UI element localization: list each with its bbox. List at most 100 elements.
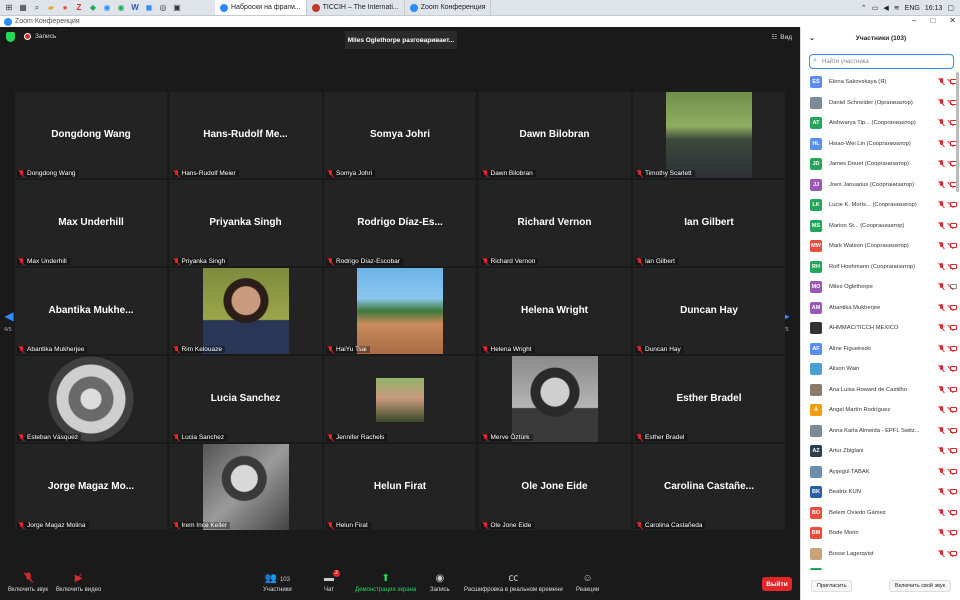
chevron-down-icon[interactable]: ⌄ <box>809 34 815 42</box>
telegram-icon[interactable]: ◉ <box>102 3 112 13</box>
video-tile[interactable]: Irem Ince Keller <box>169 444 322 530</box>
participant-row[interactable]: BK Beatriz KÜN <box>801 482 960 503</box>
start-video-button[interactable]: ▶̸ Включить видео <box>56 573 101 593</box>
taskbar-tab-zoom[interactable]: Zoom Конференция <box>405 0 492 15</box>
video-tile[interactable]: Priyanka Singh Priyanka Singh <box>169 180 322 266</box>
video-tile[interactable]: Esteban Vásquez <box>15 356 167 442</box>
participant-row[interactable]: ES Elena Sakovskaya (Я) <box>801 72 960 93</box>
language-indicator[interactable]: ENG <box>905 5 920 12</box>
participant-row[interactable]: LK Lucie K. Morís... (Соорганизатор) <box>801 195 960 216</box>
reactions-label: Реакции <box>576 587 600 593</box>
calculator-icon[interactable]: ▦ <box>18 3 28 13</box>
app-circle-icon[interactable]: ◎ <box>158 3 168 13</box>
participant-row[interactable]: BO Belem Oviedo Gámez <box>801 503 960 524</box>
video-tile[interactable]: Esther Bradel Esther Bradel <box>633 356 785 442</box>
network-icon[interactable]: ▭ <box>872 4 879 12</box>
participant-row[interactable]: Anna Karla Almeida - EPFL Switz... <box>801 421 960 442</box>
start-icon[interactable]: ⊞ <box>4 3 14 13</box>
video-tile[interactable]: Dawn Bilobran Dawn Bilobran <box>478 92 631 178</box>
taskbar-tab-sketches[interactable]: Наброски на фрагм... <box>215 0 307 15</box>
video-tile[interactable]: Dongdong Wang Dongdong Wang <box>15 92 167 178</box>
participant-row[interactable]: Daniel Schneider (Организатор) <box>801 93 960 114</box>
video-tile[interactable]: Rim Kelouaze <box>169 268 322 354</box>
tile-name-label: Richard Vernon <box>480 258 539 265</box>
live-transcript-button[interactable]: ㏄ Расшифровка в реальном времени <box>464 573 563 593</box>
video-tile[interactable]: Somya Johri Somya Johri <box>324 92 476 178</box>
video-tile[interactable]: HaiYu Tsai <box>324 268 476 354</box>
participant-row[interactable]: Ana Luisa Howard de Castilho <box>801 380 960 401</box>
participant-list-scrollbar[interactable] <box>956 72 959 192</box>
folder-icon[interactable]: ▰ <box>46 3 56 13</box>
microphone-muted-icon <box>327 434 334 441</box>
participant-search-input[interactable]: ⌕ Найти участника <box>809 54 954 69</box>
video-tile[interactable]: Ian Gilbert Ian Gilbert <box>633 180 785 266</box>
video-tile[interactable]: Duncan Hay Duncan Hay <box>633 268 785 354</box>
unmute-button[interactable]: Включить звук <box>8 572 48 593</box>
video-tile[interactable]: Carolina Castañe... Carolina Castañeda <box>633 444 785 530</box>
participant-row[interactable]: AM Abantika Mukherjee <box>801 298 960 319</box>
video-tile[interactable]: Richard Vernon Richard Vernon <box>478 180 631 266</box>
chrome-icon[interactable]: ● <box>60 3 70 13</box>
participant-row[interactable]: MW Mark Watson (Соорганизатор) <box>801 236 960 257</box>
participant-row[interactable]: MO Miles Oglethorpe <box>801 277 960 298</box>
participant-row[interactable]: MS Marion St... (Соорганизатор) <box>801 216 960 237</box>
volume-icon[interactable]: ◀ <box>883 4 888 12</box>
clock[interactable]: 16:13 <box>925 5 943 12</box>
app-z-icon[interactable]: Z <box>74 3 84 13</box>
participant-row[interactable]: AT Aishwarya Tip... (Соорганизатор) <box>801 113 960 134</box>
prev-page-arrow-icon[interactable]: ◀ <box>3 305 15 327</box>
close-icon[interactable]: ✕ <box>949 16 956 25</box>
participant-row[interactable]: Ayşegül TABAK <box>801 462 960 483</box>
video-tile[interactable]: Merve Öztürk <box>478 356 631 442</box>
participant-row[interactable]: BM Bode Morin <box>801 523 960 544</box>
participant-row[interactable]: AZ Artur Zbiglani <box>801 441 960 462</box>
video-tile[interactable]: Rodrigo Díaz-Es... Rodrigo Díaz-Escobar <box>324 180 476 266</box>
participant-row[interactable]: Bosse Lagerqvist <box>801 544 960 565</box>
participant-name: Ángel Martín Rodríguez <box>829 407 891 414</box>
video-tile[interactable]: Lucia Sanchez Lucia Sanchez <box>169 356 322 442</box>
video-tile[interactable]: Jennifer Rachels <box>324 356 476 442</box>
notifications-icon[interactable]: ▢ <box>947 4 954 12</box>
reactions-button[interactable]: ☺ Реакции <box>576 573 599 593</box>
word-icon[interactable]: W <box>130 3 140 13</box>
participant-row[interactable]: CCCarolina Castañeda <box>801 564 960 570</box>
outlook-icon[interactable]: ◼ <box>144 3 154 13</box>
participant-row[interactable]: RH Rolf Hoehmann (Соорганизатор) <box>801 257 960 278</box>
shield-icon[interactable] <box>6 32 15 42</box>
minimize-icon[interactable]: – <box>912 16 916 25</box>
participant-row[interactable]: JJ Joeri Januarius (Соорганизатор) <box>801 175 960 196</box>
app-leaf-icon[interactable]: ◆ <box>88 3 98 13</box>
maximize-icon[interactable]: □ <box>930 16 935 25</box>
video-tile[interactable]: Helena Wright Helena Wright <box>478 268 631 354</box>
unmute-me-button[interactable]: Включить свой звук <box>889 580 951 592</box>
share-screen-button[interactable]: ⬆ Демонстрация экрана <box>355 573 416 593</box>
participant-row[interactable]: HL Hsiao-Wei Lin (Соорганизатор) <box>801 134 960 155</box>
participant-row[interactable]: Á Ángel Martín Rodríguez <box>801 400 960 421</box>
video-tile[interactable]: Hans-Rudolf Me... Hans-Rudolf Meier <box>169 92 322 178</box>
participant-row[interactable]: Alison Wain <box>801 359 960 380</box>
chat-button[interactable]: ▬ 2 Чат <box>324 570 340 593</box>
camera-off-icon <box>950 509 957 515</box>
video-tile[interactable]: Helun Firat Helun Firat <box>324 444 476 530</box>
recording-indicator[interactable]: Запись <box>24 33 56 40</box>
video-tile[interactable]: Abantika Mukhe... Abantika Mukherjee <box>15 268 167 354</box>
video-tile[interactable]: Timothy Scarlett <box>633 92 785 178</box>
invite-button[interactable]: Пригласить <box>811 580 853 592</box>
video-tile[interactable]: Jorge Magaz Mo... Jorge Magaz Molina <box>15 444 167 530</box>
leave-button[interactable]: Выйти <box>762 577 792 591</box>
chevron-up-icon[interactable]: ⌃ <box>861 4 867 12</box>
participant-row[interactable]: AHMMAC/TICCH MÉXICO <box>801 318 960 339</box>
record-button[interactable]: ◉ Запись <box>430 573 450 593</box>
search-icon[interactable]: ⌕ <box>32 3 42 13</box>
whatsapp-icon[interactable]: ◉ <box>116 3 126 13</box>
video-tile[interactable]: Max Underhill Max Underhill <box>15 180 167 266</box>
participants-button[interactable]: 👥 103 Участники <box>263 573 292 593</box>
photos-icon[interactable]: ▣ <box>172 3 182 13</box>
participant-row[interactable]: JD James Douet (Соорганизатор) <box>801 154 960 175</box>
wifi-icon[interactable]: ≋ <box>894 4 900 12</box>
taskbar-tab-ticcih[interactable]: TICCIH – The Internati... <box>307 0 405 15</box>
view-button[interactable]: ☷ Вид <box>771 33 792 42</box>
video-tile[interactable]: Ole Jone Eide Ole Jone Eide <box>478 444 631 530</box>
participant-row[interactable]: AF Aline Figueiredo <box>801 339 960 360</box>
participant-video-image <box>511 356 598 442</box>
